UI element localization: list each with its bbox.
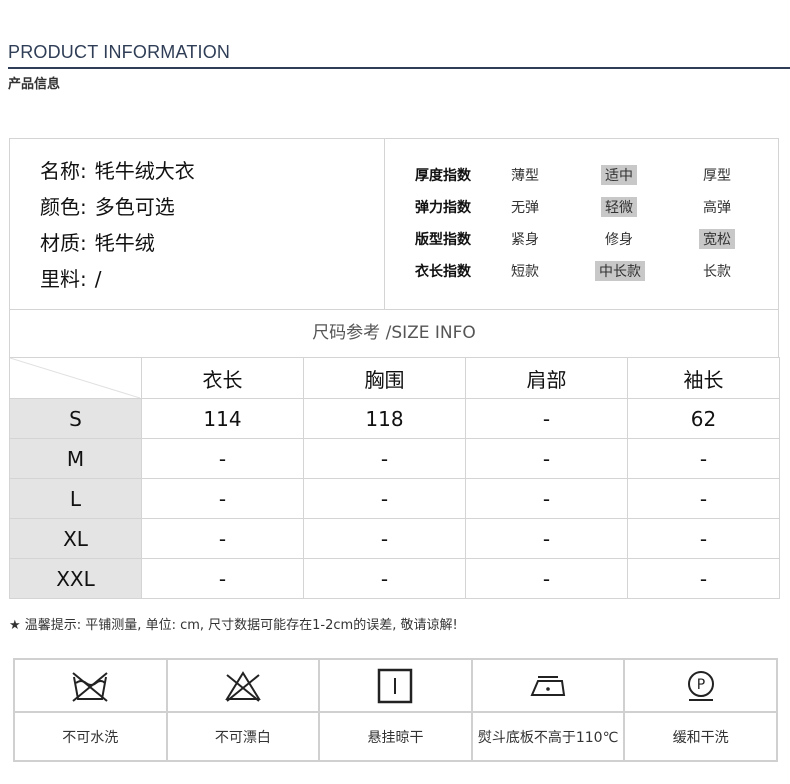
measurement-tip: ★ 温馨提示: 平铺测量, 单位: cm, 尺寸数据可能存在1-2cm的误差, … bbox=[9, 618, 458, 633]
svg-text:P: P bbox=[696, 677, 704, 693]
size-label: L bbox=[9, 478, 142, 519]
table-row: L - - - - bbox=[9, 478, 780, 519]
table-cell: - bbox=[627, 438, 780, 479]
care-icon-cell bbox=[13, 658, 168, 713]
table-row: XXL - - - - bbox=[9, 558, 780, 599]
care-icon-cell bbox=[470, 658, 626, 713]
corner-diagonal bbox=[10, 358, 140, 398]
size-table-title: 尺码参考 /SIZE INFO bbox=[9, 310, 779, 358]
table-cell: - bbox=[465, 438, 628, 479]
table-cell: - bbox=[303, 558, 466, 599]
hang-dry-icon bbox=[378, 668, 413, 703]
table-cell: 62 bbox=[627, 398, 780, 439]
table-cell: - bbox=[141, 558, 304, 599]
header-title-en: PRODUCT INFORMATION bbox=[8, 42, 231, 62]
care-icon-cell bbox=[165, 658, 321, 713]
care-icons-row: P bbox=[13, 658, 778, 713]
property-key: 材质: bbox=[40, 231, 87, 255]
size-label: M bbox=[9, 438, 142, 479]
table-cell: - bbox=[141, 478, 304, 519]
index-option: 短款 bbox=[511, 264, 539, 280]
table-cell: - bbox=[627, 518, 780, 559]
table-cell: - bbox=[465, 518, 628, 559]
table-cell: 118 bbox=[303, 398, 466, 439]
index-thickness: 厚度指数 薄型 适中 厚型 bbox=[415, 163, 775, 185]
index-option: 无弹 bbox=[511, 200, 539, 216]
table-row: S 114 118 - 62 bbox=[9, 398, 780, 439]
table-cell: - bbox=[627, 558, 780, 599]
index-label: 弹力指数 bbox=[415, 200, 471, 216]
table-corner bbox=[9, 357, 142, 399]
property-key: 里料: bbox=[40, 267, 87, 291]
index-option-selected: 轻微 bbox=[601, 197, 637, 217]
iron-low-icon bbox=[530, 675, 566, 696]
care-icon-cell: P bbox=[623, 658, 778, 713]
property-value: 多色可选 bbox=[94, 195, 175, 219]
index-option-selected: 适中 bbox=[601, 165, 637, 185]
table-cell: - bbox=[141, 518, 304, 559]
product-info-box: 名称: 牦牛绒大衣 颜色: 多色可选 材质: 牦牛绒 里料: / 厚度指数 薄型 适中 … bbox=[9, 138, 779, 310]
column-header: 肩部 bbox=[465, 357, 628, 399]
table-row: XL - - - - bbox=[9, 518, 780, 559]
property-name: 名称: 牦牛绒大衣 bbox=[40, 155, 195, 184]
care-label: 悬挂晾干 bbox=[318, 711, 473, 762]
care-labels-row: 不可水洗 不可漂白 悬挂晾干 熨斗底板不高于110℃ 缓和干洗 bbox=[13, 711, 778, 762]
table-cell: - bbox=[465, 398, 628, 439]
index-option-selected: 宽松 bbox=[699, 229, 735, 249]
column-header: 袖长 bbox=[627, 357, 780, 399]
index-elasticity: 弹力指数 无弹 轻微 高弹 bbox=[415, 195, 775, 217]
size-label: XL bbox=[9, 518, 142, 559]
table-cell: 114 bbox=[141, 398, 304, 439]
index-option: 长款 bbox=[703, 264, 731, 280]
index-label: 版型指数 bbox=[415, 232, 471, 248]
index-label: 衣长指数 bbox=[415, 264, 471, 280]
table-cell: - bbox=[465, 478, 628, 519]
care-instructions: P 不可水洗 不可漂白 悬挂晾干 熨斗底板不高于110℃ 缓和干洗 bbox=[13, 658, 778, 762]
table-cell: - bbox=[303, 438, 466, 479]
property-key: 颜色: bbox=[40, 195, 87, 219]
index-option: 修身 bbox=[605, 232, 633, 248]
column-header: 胸围 bbox=[303, 357, 466, 399]
index-option: 紧身 bbox=[511, 232, 539, 248]
care-label: 缓和干洗 bbox=[623, 711, 778, 762]
product-properties: 名称: 牦牛绒大衣 颜色: 多色可选 材质: 牦牛绒 里料: / bbox=[10, 139, 385, 309]
size-label: XXL bbox=[9, 558, 142, 599]
table-cell: - bbox=[627, 478, 780, 519]
dry-clean-p-icon: P bbox=[687, 670, 714, 701]
property-value: 牦牛绒 bbox=[94, 231, 155, 255]
index-label: 厚度指数 bbox=[415, 168, 471, 184]
index-option: 高弹 bbox=[703, 200, 731, 216]
property-color: 颜色: 多色可选 bbox=[40, 191, 175, 220]
index-length: 衣长指数 短款 中长款 长款 bbox=[415, 259, 775, 281]
care-label: 不可漂白 bbox=[165, 711, 321, 762]
size-label: S bbox=[9, 398, 142, 439]
header-divider bbox=[8, 67, 790, 69]
index-fit: 版型指数 紧身 修身 宽松 bbox=[415, 227, 775, 249]
care-label: 不可水洗 bbox=[13, 711, 168, 762]
care-icon-cell bbox=[318, 658, 473, 713]
property-value: / bbox=[94, 267, 102, 291]
column-header: 衣长 bbox=[141, 357, 304, 399]
table-cell: - bbox=[303, 478, 466, 519]
table-cell: - bbox=[465, 558, 628, 599]
size-table-header: 衣长 胸围 肩部 袖长 bbox=[9, 357, 780, 399]
property-value: 牦牛绒大衣 bbox=[94, 159, 195, 183]
index-option-selected: 中长款 bbox=[595, 261, 645, 281]
table-cell: - bbox=[303, 518, 466, 559]
header-title-zh: 产品信息 bbox=[8, 77, 61, 92]
table-row: M - - - - bbox=[9, 438, 780, 479]
no-bleach-icon bbox=[225, 670, 261, 702]
size-table: 衣长 胸围 肩部 袖长 S 114 118 - 62 M - - - - L -… bbox=[9, 357, 780, 599]
no-wash-icon bbox=[72, 671, 108, 702]
index-option: 薄型 bbox=[511, 168, 539, 184]
index-option: 厚型 bbox=[703, 168, 731, 184]
property-key: 名称: bbox=[40, 159, 87, 183]
care-label: 熨斗底板不高于110℃ bbox=[470, 711, 626, 762]
property-lining: 里料: / bbox=[40, 263, 102, 292]
table-cell: - bbox=[141, 438, 304, 479]
property-material: 材质: 牦牛绒 bbox=[40, 227, 155, 256]
